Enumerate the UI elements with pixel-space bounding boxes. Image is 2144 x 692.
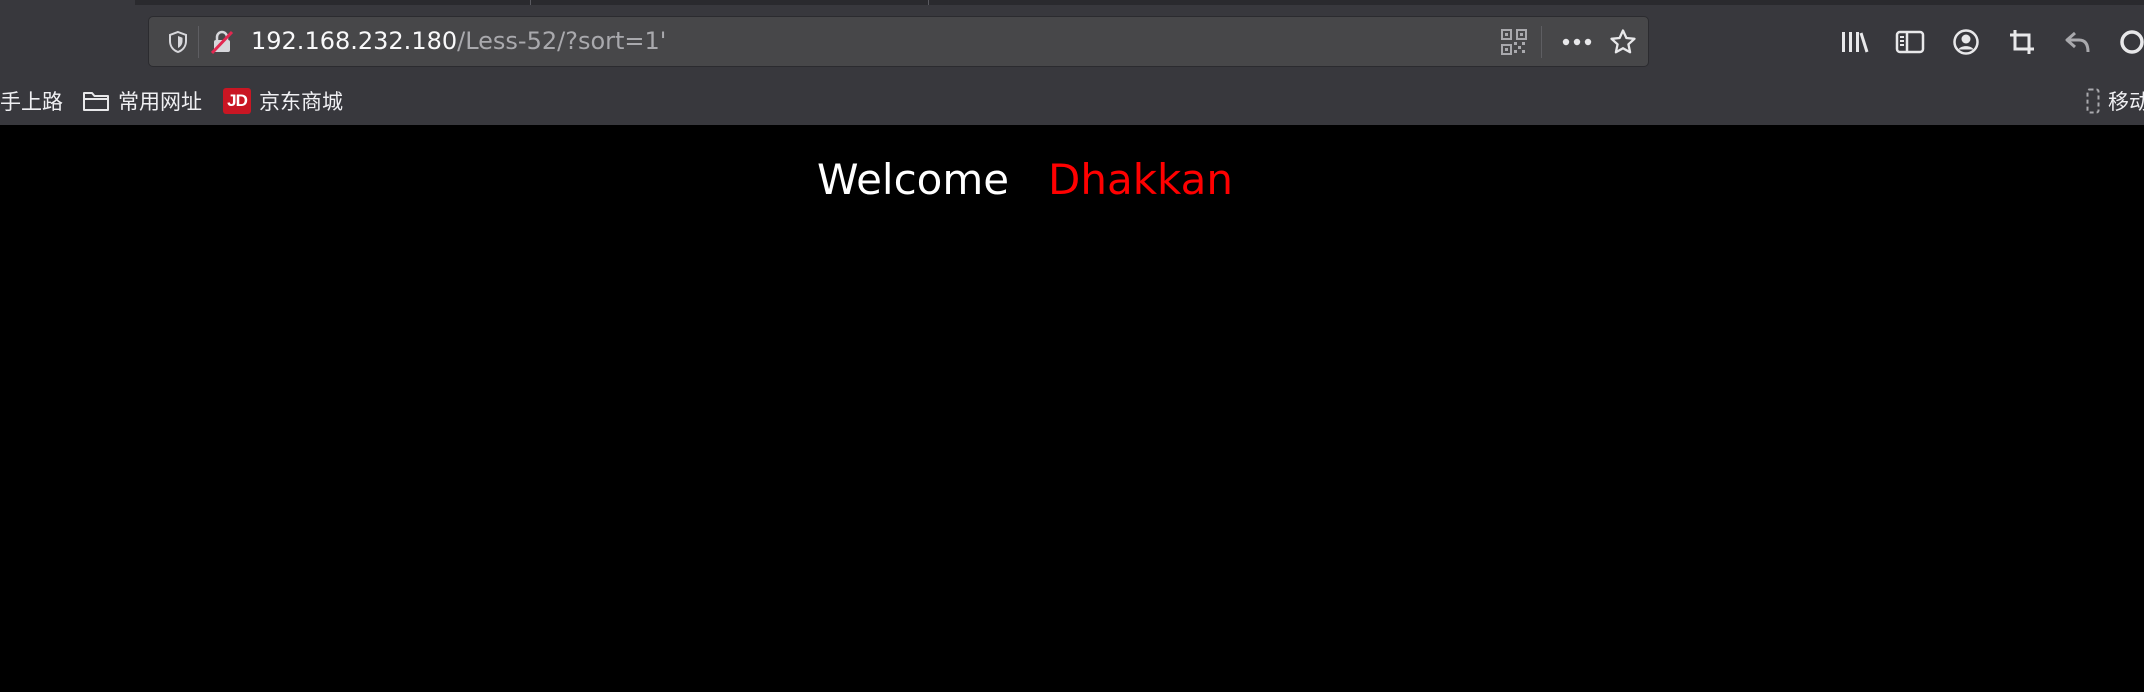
bookmark-label: 京东商城	[259, 90, 343, 114]
bookmark-star-icon[interactable]	[1605, 17, 1641, 66]
user-name: Dhakkan	[1048, 155, 1233, 204]
account-icon[interactable]	[1946, 16, 1986, 67]
browser-chrome: 192.168.232.180/Less-52/?sort=1' 手上路 常用网…	[0, 0, 2144, 125]
bookmark-folder-common-sites[interactable]: 常用网址	[82, 80, 202, 122]
url-host: 192.168.232.180	[251, 27, 458, 55]
tab-strip	[135, 0, 2144, 5]
bookmark-jd[interactable]: JD 京东商城	[223, 80, 343, 122]
bookmark-label: 手上路	[0, 90, 63, 114]
circle-icon[interactable]	[2116, 16, 2144, 67]
bookmark-label: 移动	[2108, 90, 2144, 114]
address-bar[interactable]: 192.168.232.180/Less-52/?sort=1'	[148, 16, 1649, 67]
screenshot-crop-icon[interactable]	[2002, 16, 2042, 67]
jd-logo-icon: JD	[223, 88, 251, 114]
bookmarks-toolbar: 手上路 常用网址 JD 京东商城 移动	[0, 80, 2144, 122]
undo-arrow-icon[interactable]	[2058, 16, 2098, 67]
tracking-shield-icon[interactable]	[163, 17, 193, 66]
tab-separator	[530, 0, 531, 5]
library-icon[interactable]	[1834, 16, 1874, 67]
more-actions-icon[interactable]	[1557, 17, 1597, 66]
url-divider	[1541, 26, 1542, 58]
insecure-lock-icon[interactable]	[207, 17, 237, 66]
url-divider	[198, 26, 199, 58]
folder-icon	[82, 89, 110, 113]
welcome-text: Welcome	[817, 155, 1010, 204]
bookmark-getting-started[interactable]: 手上路	[0, 80, 63, 122]
tab-separator	[928, 0, 929, 5]
bookmark-label: 常用网址	[118, 90, 202, 114]
url-text[interactable]: 192.168.232.180/Less-52/?sort=1'	[251, 17, 666, 66]
url-path: /Less-52/?sort=1'	[457, 27, 667, 55]
mobile-icon	[2086, 88, 2100, 114]
sidebar-icon[interactable]	[1890, 16, 1930, 67]
bookmark-mobile[interactable]: 移动	[2086, 80, 2144, 122]
qr-code-icon[interactable]	[1497, 17, 1531, 66]
